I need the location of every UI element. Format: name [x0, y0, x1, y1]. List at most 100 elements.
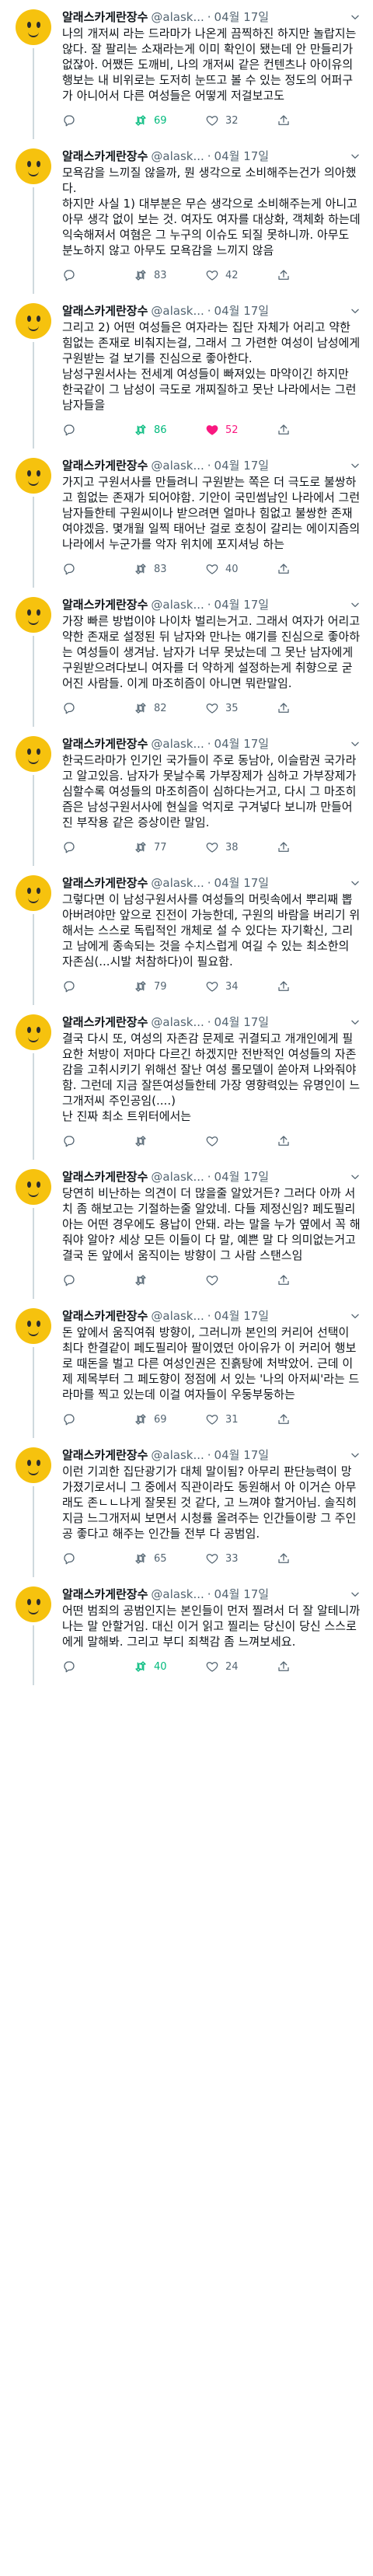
tweet-time[interactable]: 04월 17일 [214, 1014, 270, 1030]
reply-button[interactable] [62, 113, 134, 127]
tweet-time[interactable]: 04월 17일 [214, 1447, 270, 1463]
author-handle[interactable]: @alask... [151, 148, 204, 164]
author-handle[interactable]: @alask... [151, 1447, 204, 1463]
chevron-down-icon[interactable] [348, 1448, 362, 1462]
share-button[interactable] [277, 840, 348, 854]
like-button[interactable]: 32 [205, 113, 277, 127]
avatar[interactable] [16, 875, 51, 911]
author-name[interactable]: 알래스카게란장수 [62, 1014, 148, 1030]
like-button[interactable]: 40 [205, 562, 277, 576]
author-name[interactable]: 알래스카게란장수 [62, 597, 148, 613]
tweet[interactable]: 알래스카게란장수 @alask... · 04월 17일 가지고 구원서사를 만… [0, 449, 373, 588]
share-button[interactable] [277, 1412, 348, 1426]
like-button[interactable]: 31 [205, 1412, 277, 1426]
author-name[interactable]: 알래스카게란장수 [62, 1447, 148, 1463]
retweet-button[interactable]: 77 [134, 840, 205, 854]
tweet-time[interactable]: 04월 17일 [214, 597, 270, 613]
tweet[interactable]: 알래스카게란장수 @alask... · 04월 17일 나의 개저씨 라는 드… [0, 0, 373, 139]
reply-button[interactable] [62, 268, 134, 282]
tweet[interactable]: 알래스카게란장수 @alask... · 04월 17일 그리고 2) 어떤 여… [0, 294, 373, 449]
author-name[interactable]: 알래스카게란장수 [62, 458, 148, 473]
chevron-down-icon[interactable] [348, 1587, 362, 1601]
reply-button[interactable] [62, 1134, 134, 1148]
share-button[interactable] [277, 562, 348, 576]
like-button[interactable]: 35 [205, 701, 277, 715]
tweet[interactable]: 알래스카게란장수 @alask... · 04월 17일 이런 기괴한 집단광기… [0, 1438, 373, 1577]
retweet-button[interactable]: 40 [134, 1660, 205, 1674]
chevron-down-icon[interactable] [348, 10, 362, 24]
chevron-down-icon[interactable] [348, 1170, 362, 1184]
author-handle[interactable]: @alask... [151, 1308, 204, 1324]
retweet-button[interactable]: 79 [134, 979, 205, 993]
author-handle[interactable]: @alask... [151, 458, 204, 473]
share-button[interactable] [277, 1134, 348, 1148]
author-name[interactable]: 알래스카게란장수 [62, 1308, 148, 1324]
reply-button[interactable] [62, 1552, 134, 1565]
share-button[interactable] [277, 701, 348, 715]
like-button[interactable]: 34 [205, 979, 277, 993]
tweet-time[interactable]: 04월 17일 [214, 1169, 270, 1185]
avatar[interactable] [16, 303, 51, 339]
avatar[interactable] [16, 597, 51, 633]
avatar[interactable] [16, 1308, 51, 1344]
tweet[interactable]: 알래스카게란장수 @alask... · 04월 17일 당연히 비난하는 의견… [0, 1160, 373, 1299]
tweet[interactable]: 알래스카게란장수 @alask... · 04월 17일 결국 다시 또, 여성… [0, 1005, 373, 1160]
author-handle[interactable]: @alask... [151, 1586, 204, 1602]
reply-button[interactable] [62, 1273, 134, 1287]
tweet[interactable]: 알래스카게란장수 @alask... · 04월 17일 어떤 범죄의 공범인지… [0, 1577, 373, 1685]
reply-button[interactable] [62, 1412, 134, 1426]
author-handle[interactable]: @alask... [151, 1014, 204, 1030]
chevron-down-icon[interactable] [348, 876, 362, 890]
share-button[interactable] [277, 268, 348, 282]
tweet[interactable]: 알래스카게란장수 @alask... · 04월 17일 그렇다면 이 남성구원… [0, 866, 373, 1005]
author-name[interactable]: 알래스카게란장수 [62, 1586, 148, 1602]
retweet-button[interactable]: 83 [134, 562, 205, 576]
reply-button[interactable] [62, 979, 134, 993]
author-name[interactable]: 알래스카게란장수 [62, 875, 148, 891]
retweet-button[interactable]: 82 [134, 701, 205, 715]
author-name[interactable]: 알래스카게란장수 [62, 1169, 148, 1185]
author-handle[interactable]: @alask... [151, 9, 204, 25]
tweet[interactable]: 알래스카게란장수 @alask... · 04월 17일 한국드라마가 인기인 … [0, 727, 373, 866]
reply-button[interactable] [62, 423, 134, 437]
share-button[interactable] [277, 423, 348, 437]
chevron-down-icon[interactable] [348, 459, 362, 473]
tweet-time[interactable]: 04월 17일 [214, 1586, 270, 1602]
avatar[interactable] [16, 9, 51, 45]
like-button[interactable]: 33 [205, 1552, 277, 1565]
share-button[interactable] [277, 979, 348, 993]
tweet[interactable]: 알래스카게란장수 @alask... · 04월 17일 모욕감을 느끼질 않을… [0, 139, 373, 294]
tweet-time[interactable]: 04월 17일 [214, 303, 270, 319]
tweet-time[interactable]: 04월 17일 [214, 9, 270, 25]
reply-button[interactable] [62, 1660, 134, 1674]
tweet-time[interactable]: 04월 17일 [214, 148, 270, 164]
tweet-time[interactable]: 04월 17일 [214, 458, 270, 473]
reply-button[interactable] [62, 840, 134, 854]
tweet[interactable]: 알래스카게란장수 @alask... · 04월 17일 돈 앞에서 움직여줘 … [0, 1299, 373, 1438]
author-name[interactable]: 알래스카게란장수 [62, 9, 148, 25]
avatar[interactable] [16, 148, 51, 184]
chevron-down-icon[interactable] [348, 1309, 362, 1323]
author-name[interactable]: 알래스카게란장수 [62, 148, 148, 164]
avatar[interactable] [16, 458, 51, 494]
chevron-down-icon[interactable] [348, 598, 362, 612]
reply-button[interactable] [62, 562, 134, 576]
like-button[interactable] [205, 1273, 277, 1287]
share-button[interactable] [277, 1273, 348, 1287]
author-handle[interactable]: @alask... [151, 1169, 204, 1185]
like-button[interactable]: 24 [205, 1660, 277, 1674]
avatar[interactable] [16, 1586, 51, 1622]
tweet[interactable]: 알래스카게란장수 @alask... · 04월 17일 가장 빠른 방법이야 … [0, 588, 373, 727]
like-button[interactable]: 42 [205, 268, 277, 282]
like-button[interactable] [205, 1134, 277, 1148]
avatar[interactable] [16, 1169, 51, 1205]
retweet-button[interactable] [134, 1273, 205, 1287]
chevron-down-icon[interactable] [348, 737, 362, 751]
chevron-down-icon[interactable] [348, 304, 362, 318]
avatar[interactable] [16, 1014, 51, 1050]
author-handle[interactable]: @alask... [151, 736, 204, 752]
retweet-button[interactable]: 65 [134, 1552, 205, 1565]
retweet-button[interactable] [134, 1134, 205, 1148]
author-handle[interactable]: @alask... [151, 875, 204, 891]
like-button[interactable]: 52 [205, 423, 277, 437]
